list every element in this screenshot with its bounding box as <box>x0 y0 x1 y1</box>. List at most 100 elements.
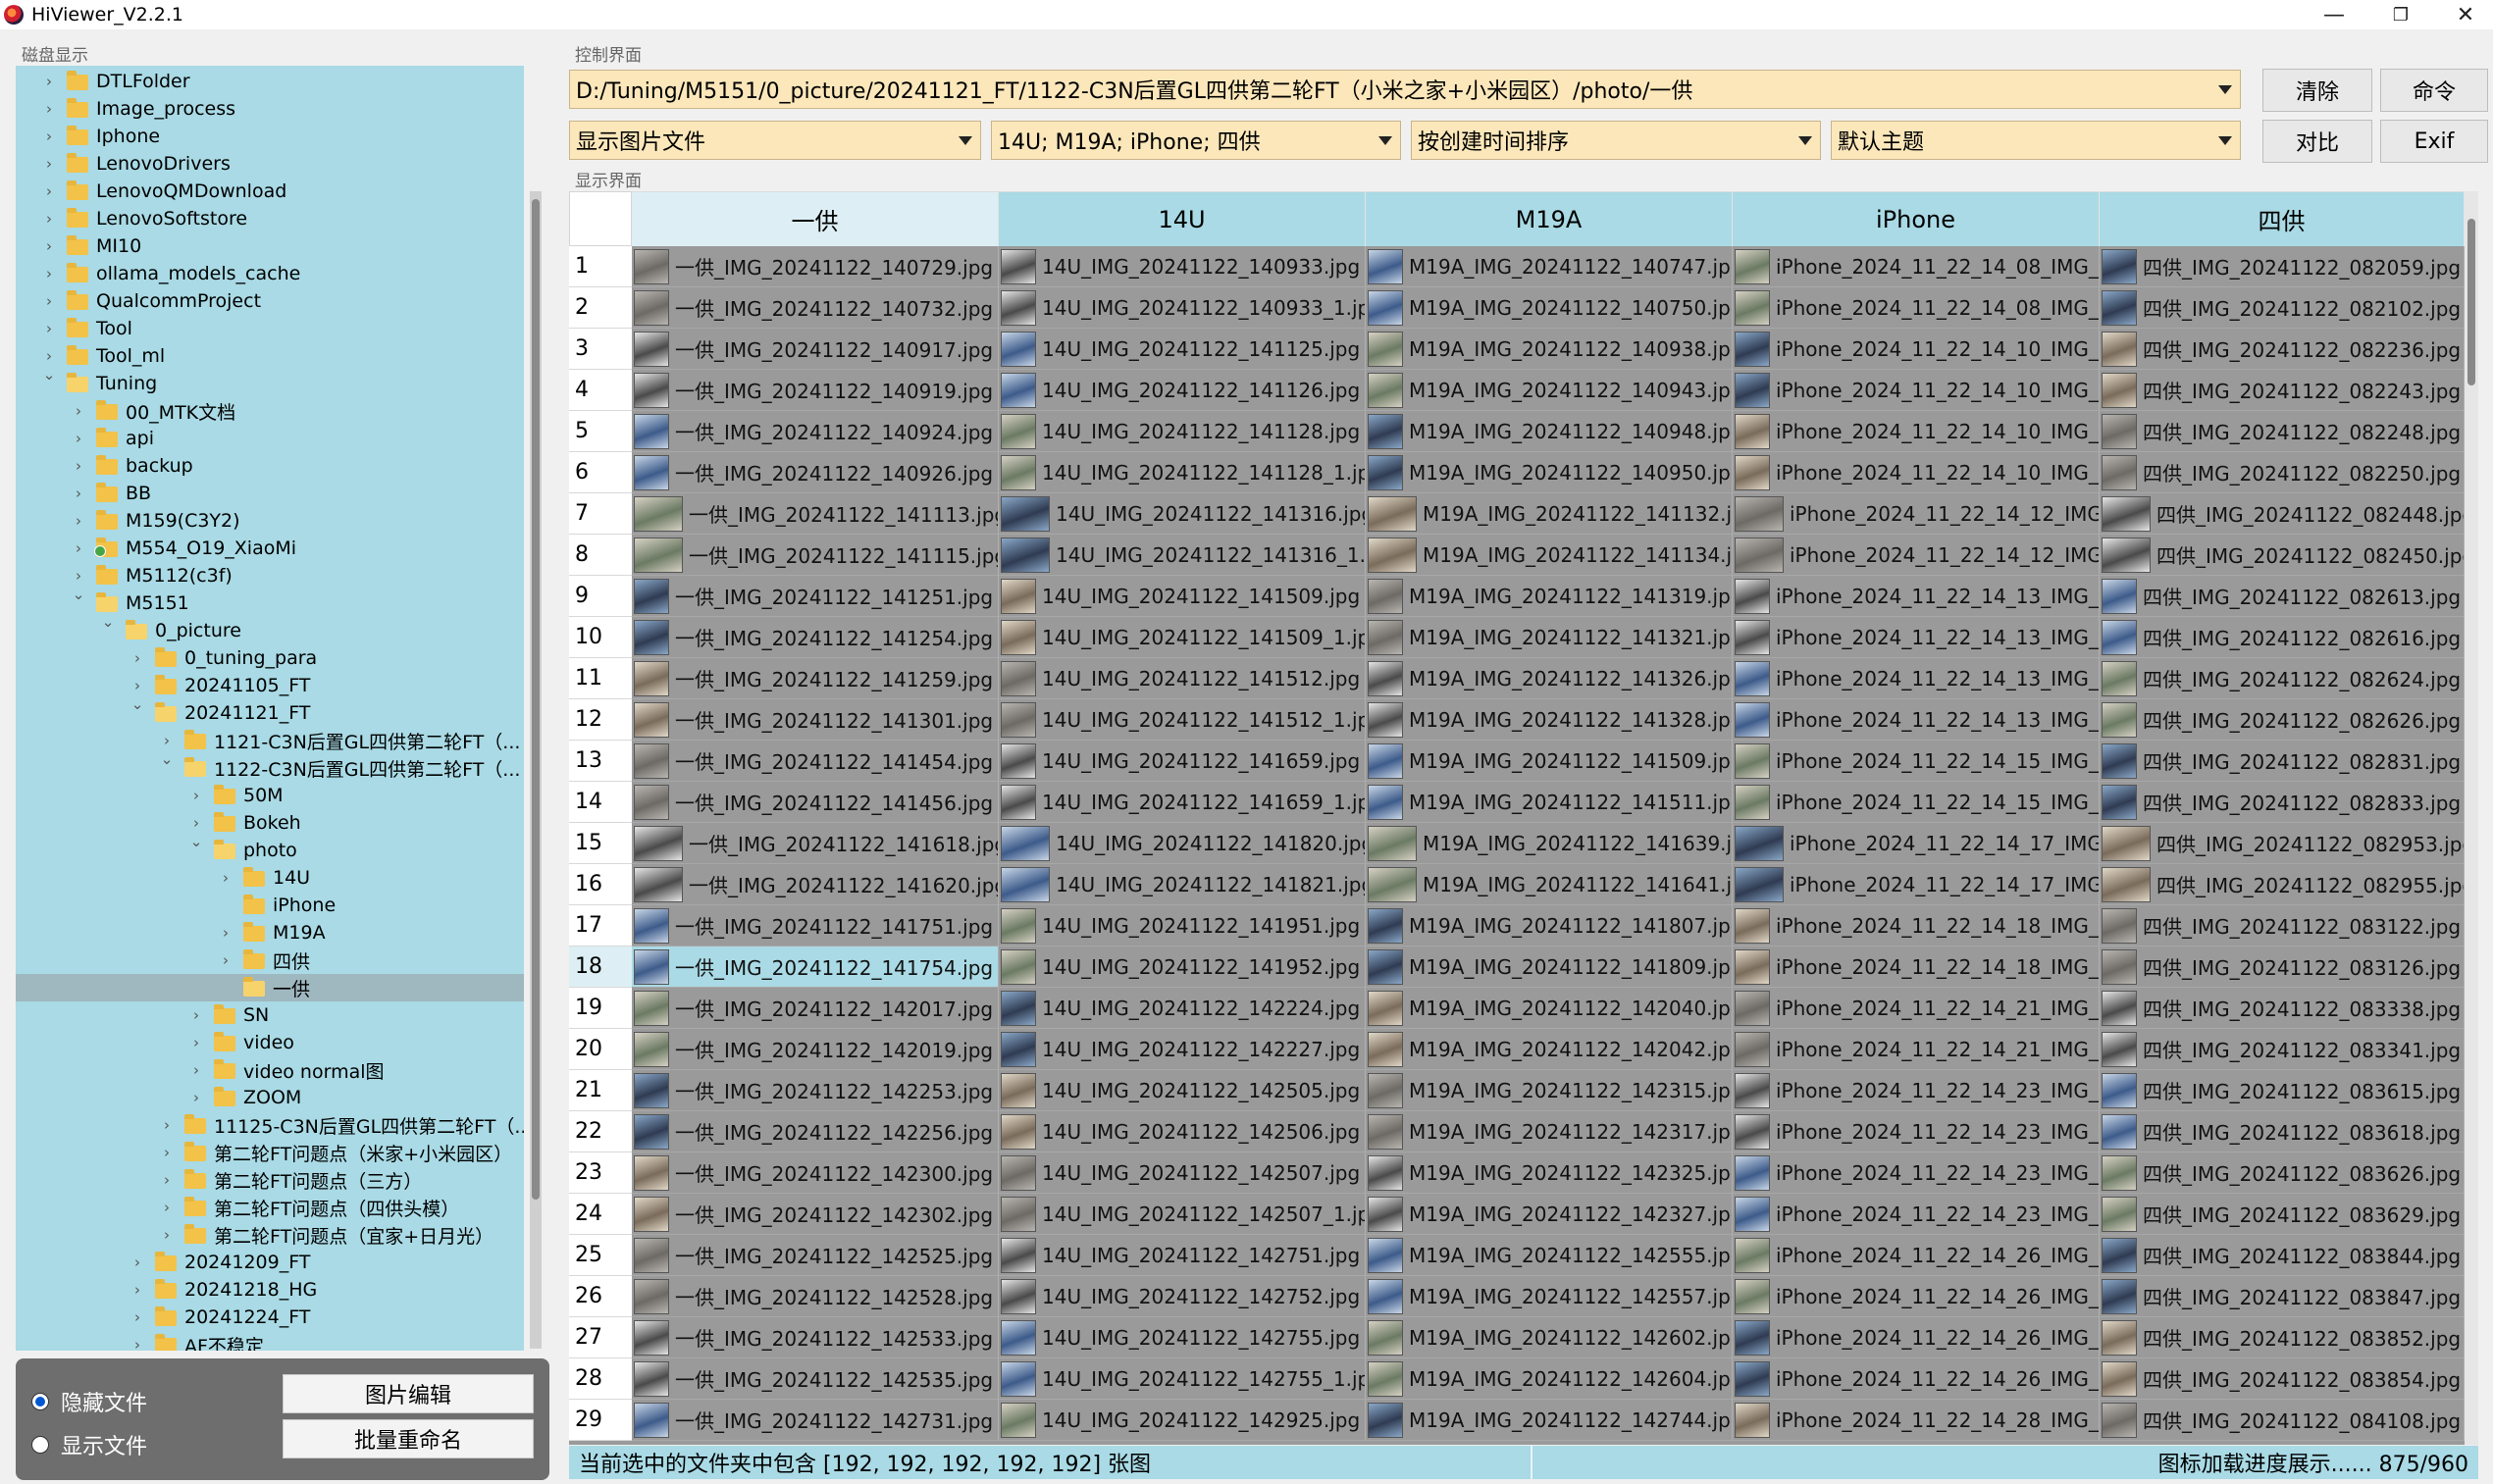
compare-dirs-select[interactable]: 14U; M19A; iPhone; 四供 <box>991 121 1401 160</box>
tree-item[interactable]: › 四供 <box>16 947 524 974</box>
table-cell[interactable]: iPhone_2024_11_22_14_12_IMG_4... <box>1733 493 2100 535</box>
table-cell[interactable]: M19A_IMG_20241122_140950.jpg <box>1366 452 1733 493</box>
tree-item[interactable]: › AF不稳定 <box>16 1331 524 1351</box>
table-cell[interactable]: iPhone_2024_11_22_14_21_IMG_41... <box>1733 988 2100 1029</box>
table-cell[interactable]: 14U_IMG_20241122_142224.jpg <box>999 988 1366 1029</box>
table-cell[interactable]: 一供_IMG_20241122_142525.jpg <box>632 1235 999 1276</box>
column-header[interactable]: 一供 <box>632 191 999 246</box>
table-cell[interactable]: 14U_IMG_20241122_142507_1.jpg <box>999 1194 1366 1235</box>
chevron-down-icon[interactable] <box>2218 85 2232 94</box>
compare-button[interactable]: 对比 <box>2262 120 2372 163</box>
table-cell[interactable]: 四供_IMG_20241122_082102.jpg <box>2100 287 2465 329</box>
row-number[interactable]: 16 <box>569 864 632 905</box>
row-number[interactable]: 8 <box>569 535 632 576</box>
tree-item[interactable]: › QualcommProject <box>16 287 524 315</box>
row-number[interactable]: 3 <box>569 329 632 370</box>
column-header[interactable]: iPhone <box>1733 191 2100 246</box>
table-cell[interactable]: 一供_IMG_20241122_142533.jpg <box>632 1317 999 1358</box>
table-cell[interactable]: 四供_IMG_20241122_082953.jpg <box>2100 823 2465 864</box>
chevron-down-icon[interactable]: ⌄ <box>100 613 116 631</box>
row-number[interactable]: 27 <box>569 1317 632 1358</box>
table-cell[interactable]: M19A_IMG_20241122_142744.jpg <box>1366 1400 1733 1441</box>
row-number[interactable]: 21 <box>569 1070 632 1111</box>
table-cell[interactable]: 14U_IMG_20241122_141952.jpg <box>999 947 1366 988</box>
table-cell[interactable]: M19A_IMG_20241122_142555.jpg <box>1366 1235 1733 1276</box>
table-cell[interactable]: M19A_IMG_20241122_142602.jpg <box>1366 1317 1733 1358</box>
table-cell[interactable]: 一供_IMG_20241122_142302.jpg <box>632 1194 999 1235</box>
chevron-down-icon[interactable] <box>1378 136 1392 145</box>
table-cell[interactable]: 一供_IMG_20241122_140732.jpg <box>632 287 999 329</box>
chevron-right-icon[interactable]: › <box>159 1226 175 1244</box>
table-cell[interactable]: M19A_IMG_20241122_140943.jpg <box>1366 370 1733 411</box>
tree-item[interactable]: › api <box>16 425 524 452</box>
maximize-button[interactable]: ❐ <box>2368 0 2433 29</box>
table-cell[interactable]: 四供_IMG_20241122_082833.jpg <box>2100 782 2465 823</box>
table-cell[interactable]: M19A_IMG_20241122_142317.jpg <box>1366 1111 1733 1152</box>
row-number[interactable]: 1 <box>569 246 632 287</box>
tree-item[interactable]: › 0_tuning_para <box>16 644 524 672</box>
image-table[interactable]: 一供 14U M19A iPhone 四供 1 一供_IMG_20241122_140729… <box>569 191 2465 1445</box>
tree-item[interactable]: ⌄ Tuning <box>16 366 524 397</box>
radio-show-files[interactable]: 显示文件 <box>31 1429 147 1460</box>
chevron-right-icon[interactable]: › <box>41 237 57 255</box>
table-cell[interactable]: iPhone_2024_11_22_14_13_IMG_41... <box>1733 658 2100 699</box>
row-number[interactable]: 12 <box>569 699 632 741</box>
chevron-right-icon[interactable]: › <box>188 787 204 804</box>
table-cell[interactable]: 14U_IMG_20241122_142755.jpg <box>999 1317 1366 1358</box>
exif-button[interactable]: Exif <box>2380 120 2488 163</box>
row-number[interactable]: 26 <box>569 1276 632 1317</box>
tree-item[interactable]: › Image_process <box>16 95 524 123</box>
chevron-right-icon[interactable]: › <box>188 1061 204 1079</box>
tree-item[interactable]: › M5112(c3f) <box>16 562 524 589</box>
table-cell[interactable]: 14U_IMG_20241122_142755_1.jpg <box>999 1358 1366 1400</box>
tree-item[interactable]: › video normal图 <box>16 1056 524 1084</box>
chevron-down-icon[interactable] <box>1798 136 1812 145</box>
chevron-right-icon[interactable]: › <box>71 539 86 557</box>
table-cell[interactable]: iPhone_2024_11_22_14_10_IMG_41... <box>1733 411 2100 452</box>
table-cell[interactable]: 四供_IMG_20241122_082450.jpg <box>2100 535 2465 576</box>
table-cell[interactable]: 14U_IMG_20241122_141821.jpg <box>999 864 1366 905</box>
table-cell[interactable]: iPhone_2024_11_22_14_15_IMG_41... <box>1733 741 2100 782</box>
tree-item[interactable]: › backup <box>16 452 524 480</box>
row-number[interactable]: 15 <box>569 823 632 864</box>
row-number[interactable]: 5 <box>569 411 632 452</box>
table-cell[interactable]: iPhone_2024_11_22_14_08_IMG_41... <box>1733 287 2100 329</box>
row-number[interactable]: 28 <box>569 1358 632 1400</box>
tree-item[interactable]: ⌄ 0_picture <box>16 613 524 644</box>
chevron-right-icon[interactable]: › <box>188 814 204 832</box>
table-cell[interactable]: 14U_IMG_20241122_141128.jpg <box>999 411 1366 452</box>
tree-item[interactable]: › DTLFolder <box>16 68 524 95</box>
table-cell[interactable]: 一供_IMG_20241122_141259.jpg <box>632 658 999 699</box>
image-edit-button[interactable]: 图片编辑 <box>283 1374 534 1413</box>
minimize-button[interactable]: — <box>2302 0 2366 29</box>
chevron-down-icon[interactable]: ⌄ <box>71 586 86 603</box>
column-header[interactable]: M19A <box>1366 191 1733 246</box>
row-number[interactable]: 11 <box>569 658 632 699</box>
table-cell[interactable]: iPhone_2024_11_22_14_17_IMG_4... <box>1733 823 2100 864</box>
tree-item[interactable]: › 20241224_FT <box>16 1304 524 1331</box>
table-cell[interactable]: iPhone_2024_11_22_14_13_IMG_41... <box>1733 699 2100 741</box>
table-cell[interactable]: M19A_IMG_20241122_141509.jpg <box>1366 741 1733 782</box>
tree-item[interactable]: › Tool <box>16 315 524 342</box>
table-cell[interactable]: 一供_IMG_20241122_141454.jpg <box>632 741 999 782</box>
table-cell[interactable]: 一供_IMG_20241122_142256.jpg <box>632 1111 999 1152</box>
table-cell[interactable]: M19A_IMG_20241122_140747.jpg <box>1366 246 1733 287</box>
table-cell[interactable]: M19A_IMG_20241122_141807.jpg <box>1366 905 1733 947</box>
table-cell[interactable]: 四供_IMG_20241122_083852.jpg <box>2100 1317 2465 1358</box>
table-cell[interactable]: iPhone_2024_11_22_14_10_IMG_41... <box>1733 370 2100 411</box>
table-cell[interactable]: 14U_IMG_20241122_141820.jpg <box>999 823 1366 864</box>
tree-item[interactable]: › LenovoQMDownload <box>16 178 524 205</box>
table-cell[interactable]: 四供_IMG_20241122_082448.jpg <box>2100 493 2465 535</box>
table-cell[interactable]: iPhone_2024_11_22_14_23_IMG_41... <box>1733 1111 2100 1152</box>
row-number[interactable]: 17 <box>569 905 632 947</box>
chevron-right-icon[interactable]: › <box>218 869 234 887</box>
chevron-right-icon[interactable]: › <box>130 677 145 694</box>
chevron-right-icon[interactable]: › <box>130 1336 145 1351</box>
tree-item[interactable]: › MI10 <box>16 232 524 260</box>
table-cell[interactable]: M19A_IMG_20241122_141134.jpg <box>1366 535 1733 576</box>
tree-item[interactable]: › Iphone <box>16 123 524 150</box>
table-cell[interactable]: iPhone_2024_11_22_14_10_IMG_41... <box>1733 452 2100 493</box>
chevron-right-icon[interactable]: › <box>41 292 57 310</box>
table-cell[interactable]: 一供_IMG_20241122_142300.jpg <box>632 1152 999 1194</box>
table-cell[interactable]: iPhone_2024_11_22_14_17_IMG_4... <box>1733 864 2100 905</box>
